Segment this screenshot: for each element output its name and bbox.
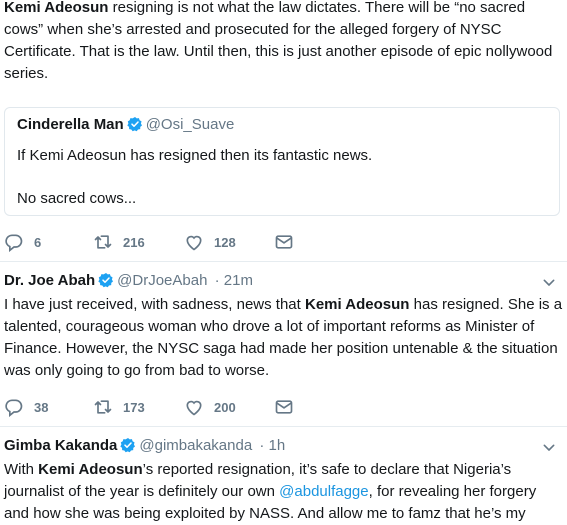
tweet-actions: 6 216 128: [4, 230, 304, 254]
quoted-tweet-text: If Kemi Adeosun has resigned then its fa…: [17, 147, 373, 164]
tweet-divider: [0, 261, 567, 262]
heart-icon: [186, 400, 202, 416]
reply-count: 38: [34, 399, 49, 415]
tweet-text-pre: With: [4, 461, 39, 478]
like-count: 128: [214, 234, 236, 250]
reply-icon: [5, 399, 23, 417]
like-count: 200: [214, 399, 236, 415]
like-button[interactable]: 200: [184, 395, 236, 419]
search-highlight: Kemi Adeosun: [4, 0, 109, 16]
author-handle[interactable]: @DrJoeAbah: [117, 272, 207, 289]
tweet-divider: [0, 426, 567, 427]
direct-message-button[interactable]: [274, 230, 304, 254]
mention-link[interactable]: @abdulfagge: [279, 483, 368, 500]
tweet-text-pre: I have just received, with sadness, news…: [4, 296, 305, 313]
retweet-count: 173: [123, 399, 145, 415]
tweet-actions: 38 173 200: [4, 395, 304, 419]
author-name[interactable]: Dr. Joe Abah: [4, 272, 95, 289]
retweet-icon: [94, 235, 112, 249]
reply-button[interactable]: 6: [4, 230, 41, 254]
verified-badge-icon: [127, 117, 142, 132]
retweet-button[interactable]: 216: [93, 230, 145, 254]
direct-message-button[interactable]: [274, 395, 304, 419]
reply-icon: [5, 234, 23, 252]
verified-badge-icon: [98, 273, 114, 288]
quoted-tweet[interactable]: Cinderella Man @Osi_Suave If Kemi Adeosun…: [4, 107, 560, 216]
tweet-text: With Kemi Adeosun’s reported resignation…: [4, 459, 564, 525]
tweet-text: Kemi Adeosun resigning is not what the l…: [4, 0, 564, 85]
quoted-tweet-text-2: No sacred cows...: [17, 190, 137, 207]
retweet-count: 216: [123, 234, 145, 250]
reply-count: 6: [34, 234, 42, 250]
like-button[interactable]: 128: [184, 230, 236, 254]
tweet-timestamp[interactable]: · 1h: [259, 437, 285, 454]
retweet-icon: [94, 400, 112, 414]
search-highlight: Kemi Adeosun: [38, 461, 143, 478]
quoted-author-handle[interactable]: @Osi_Suave: [146, 116, 235, 133]
heart-icon: [186, 235, 202, 251]
tweet-header: Dr. Joe Abah @DrJoeAbah · 21m: [4, 271, 253, 291]
quoted-author-name[interactable]: Cinderella Man: [17, 116, 124, 133]
quoted-tweet-header: Cinderella Man @Osi_Suave: [17, 115, 234, 135]
reply-button[interactable]: 38: [4, 395, 48, 419]
author-handle[interactable]: @gimbakakanda: [139, 437, 252, 454]
tweet-text: I have just received, with sadness, news…: [4, 294, 564, 382]
chevron-down-icon[interactable]: [541, 275, 557, 291]
tweet-header: Gimba Kakanda @gimbakakanda · 1h: [4, 436, 285, 456]
chevron-down-icon[interactable]: [541, 440, 557, 456]
search-highlight: Kemi Adeosun: [305, 296, 410, 313]
envelope-icon: [275, 235, 293, 249]
envelope-icon: [275, 400, 293, 414]
verified-badge-icon: [120, 438, 136, 453]
author-name[interactable]: Gimba Kakanda: [4, 437, 117, 454]
retweet-button[interactable]: 173: [93, 395, 145, 419]
tweet-timestamp[interactable]: · 21m: [215, 272, 253, 289]
